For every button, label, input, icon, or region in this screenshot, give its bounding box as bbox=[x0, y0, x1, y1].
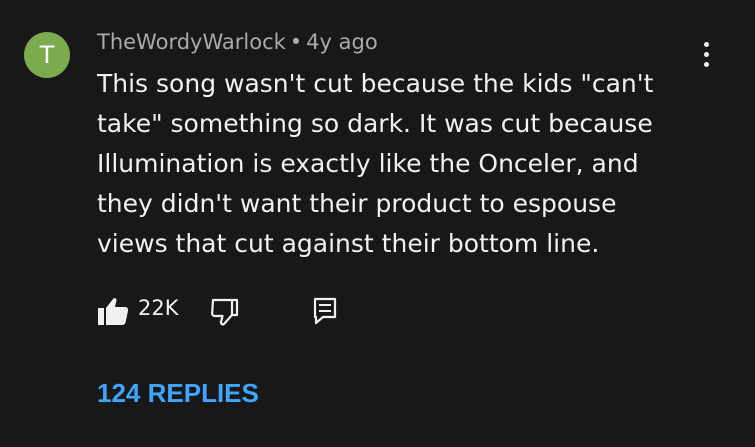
avatar-initial: T bbox=[39, 41, 55, 69]
author-name[interactable]: TheWordyWarlock bbox=[97, 30, 286, 54]
comment-line: they didn't want their product to espous… bbox=[97, 189, 617, 218]
thumbs-up-icon[interactable] bbox=[97, 296, 129, 326]
comment-thread: T TheWordyWarlock • 4y ago This song wasn'… bbox=[0, 0, 755, 447]
comment-line: This song wasn't cut because the kids "c… bbox=[97, 69, 654, 98]
avatar[interactable]: T bbox=[24, 32, 70, 78]
comment-line: take" something so dark. It was cut beca… bbox=[97, 109, 653, 138]
meta-separator: • bbox=[289, 30, 303, 54]
like-count: 22K bbox=[138, 296, 179, 320]
comment-timestamp[interactable]: 4y ago bbox=[306, 30, 378, 54]
reply-icon[interactable] bbox=[313, 297, 337, 325]
comment-line: views that cut against their bottom line… bbox=[97, 229, 600, 258]
comment-line: Illumination is exactly like the Onceler… bbox=[97, 149, 639, 178]
view-replies-button[interactable]: 124 REPLIES bbox=[97, 378, 259, 409]
comment-header: TheWordyWarlock • 4y ago bbox=[97, 30, 378, 54]
comment-text: This song wasn't cut because the kids "c… bbox=[97, 64, 727, 264]
thumbs-down-icon[interactable] bbox=[209, 296, 239, 326]
